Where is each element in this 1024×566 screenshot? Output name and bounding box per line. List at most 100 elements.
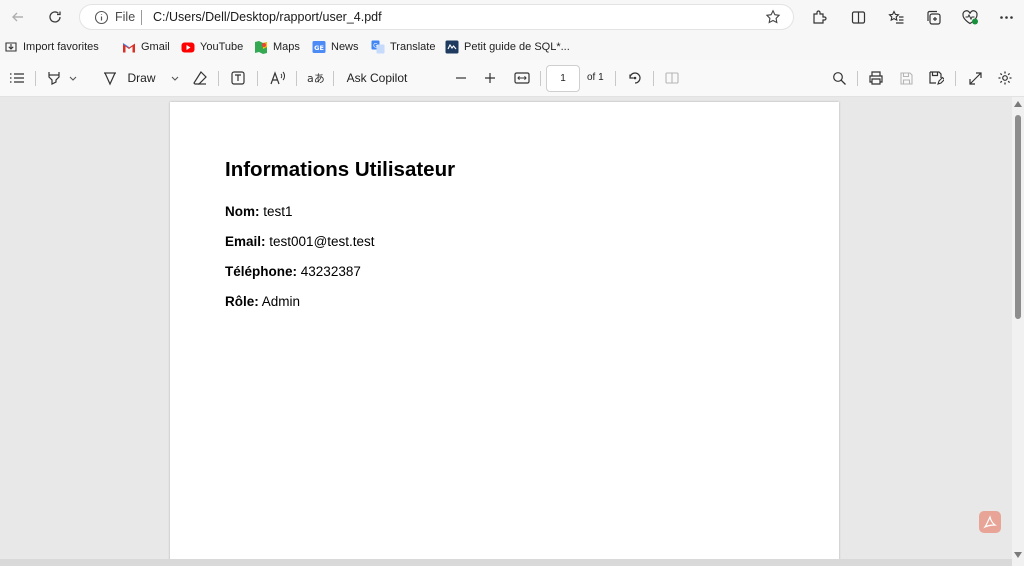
contents-button[interactable] — [7, 68, 27, 88]
url-scheme-label: File — [115, 10, 136, 24]
more-dots-icon — [999, 15, 1013, 19]
find-button[interactable] — [829, 68, 849, 88]
field-label: Nom: — [225, 204, 260, 219]
page-number-input[interactable]: 1 — [546, 65, 580, 92]
split-screen-button[interactable] — [847, 6, 869, 28]
toolbar-divider — [955, 71, 956, 86]
chevron-down-icon — [69, 76, 77, 81]
back-arrow-icon — [12, 12, 23, 22]
translate-glyph-icon: aあ — [307, 72, 324, 85]
save-disk-icon — [899, 71, 913, 85]
page-view-icon — [665, 72, 679, 84]
printer-icon — [869, 71, 883, 85]
fit-width-icon — [514, 72, 530, 84]
field-value: 43232387 — [300, 264, 361, 279]
highlight-button[interactable] — [43, 68, 81, 88]
print-button[interactable] — [866, 68, 886, 88]
url-separator — [141, 10, 142, 25]
refresh-button[interactable] — [42, 4, 68, 30]
save-button[interactable] — [896, 68, 916, 88]
rotate-button[interactable] — [625, 68, 645, 88]
zoom-in-button[interactable] — [480, 68, 500, 88]
list-icon — [10, 73, 24, 83]
puzzle-icon — [812, 9, 827, 24]
bookmark-maps[interactable]: Maps — [254, 38, 300, 56]
bookmark-page-icon — [445, 40, 459, 54]
translate-icon: G — [371, 40, 385, 54]
field-label: Email: — [225, 234, 266, 249]
field-value: test001@test.test — [269, 234, 375, 249]
import-icon — [4, 40, 18, 54]
pdf-viewer[interactable]: Informations Utilisateur Nom: test1 Emai… — [0, 97, 1024, 566]
toolbar-divider — [35, 71, 36, 86]
heart-health-icon — [962, 9, 978, 24]
expand-icon — [968, 71, 982, 85]
bookmark-import-favorites[interactable]: Import favorites — [4, 38, 99, 56]
read-aloud-icon — [270, 71, 285, 85]
highlighter-icon — [48, 72, 60, 85]
bookmark-label: Import favorites — [23, 41, 99, 53]
toolbar-divider — [296, 71, 297, 86]
bookmark-label: Gmail — [141, 41, 170, 53]
info-icon[interactable] — [94, 10, 109, 28]
url-text[interactable]: C:/Users/Dell/Desktop/rapport/user_4.pdf — [153, 10, 382, 24]
bookmark-news[interactable]: GE News — [312, 38, 359, 56]
extensions-button[interactable] — [807, 6, 829, 28]
acrobat-button[interactable] — [979, 511, 1001, 533]
scroll-down-arrow-icon[interactable] — [1014, 552, 1022, 558]
favorites-button[interactable] — [885, 6, 907, 28]
favorites-list-icon — [887, 9, 903, 24]
bookmark-label: Translate — [390, 41, 436, 53]
fit-to-width-button[interactable] — [511, 68, 533, 88]
address-bar-row: File C:/Users/Dell/Desktop/rapport/user_… — [0, 0, 1024, 34]
bookmark-translate[interactable]: G Translate — [371, 38, 435, 56]
pdf-toolbar: Draw aあ Ask Copilot 1 of 1 — [0, 60, 1024, 97]
erase-button[interactable] — [190, 68, 210, 88]
back-button[interactable] — [5, 4, 31, 30]
bookmark-petit-guide-sql[interactable]: Petit guide de SQL*... — [445, 38, 570, 56]
youtube-icon — [181, 40, 195, 54]
draw-button[interactable]: Draw — [101, 68, 181, 88]
favorite-star-icon[interactable] — [765, 9, 781, 28]
scroll-up-arrow-icon[interactable] — [1014, 101, 1022, 107]
read-aloud-button[interactable] — [267, 68, 289, 88]
field-value: Admin — [261, 294, 301, 309]
full-screen-button[interactable] — [965, 68, 985, 88]
vertical-scrollbar[interactable] — [1012, 97, 1024, 566]
field-label: Rôle: — [225, 294, 259, 309]
bookmark-gmail[interactable]: Gmail — [122, 38, 170, 56]
eraser-icon — [193, 71, 207, 85]
field-value: test1 — [263, 204, 293, 219]
chevron-down-icon — [171, 76, 178, 81]
taskbar-edge-strip — [0, 559, 1012, 566]
field-telephone: Téléphone: 43232387 — [225, 264, 361, 279]
add-text-button[interactable] — [228, 68, 248, 88]
toolbar-divider — [333, 71, 334, 86]
url-box[interactable]: File C:/Users/Dell/Desktop/rapport/user_… — [79, 4, 794, 30]
text-box-icon — [231, 71, 245, 85]
document-title: Informations Utilisateur — [225, 158, 456, 181]
toolbar-divider — [257, 71, 258, 86]
plus-icon — [485, 73, 495, 83]
collections-button[interactable] — [922, 6, 944, 28]
field-role: Rôle: Admin — [225, 294, 300, 309]
pdf-settings-button[interactable] — [995, 68, 1015, 88]
ask-copilot-label: Ask Copilot — [346, 71, 408, 85]
field-label: Téléphone: — [225, 264, 298, 279]
bookmark-label: Petit guide de SQL*... — [464, 41, 570, 53]
bookmark-label: News — [331, 41, 359, 53]
translate-button[interactable]: aあ — [305, 68, 325, 88]
scrollbar-thumb[interactable] — [1015, 115, 1021, 319]
browser-essentials-button[interactable] — [959, 6, 981, 28]
bookmark-youtube[interactable]: YouTube — [181, 38, 243, 56]
gmail-icon — [122, 40, 136, 54]
bookmark-label: Maps — [273, 41, 300, 53]
settings-more-button[interactable] — [995, 6, 1017, 28]
pdf-page[interactable]: Informations Utilisateur Nom: test1 Emai… — [170, 102, 839, 566]
ask-copilot-button[interactable]: Ask Copilot — [342, 68, 412, 88]
page-view-button[interactable] — [662, 68, 682, 88]
save-as-button[interactable] — [926, 68, 946, 88]
toolbar-divider — [857, 71, 858, 86]
page-count-label: of 1 — [587, 72, 604, 83]
zoom-out-button[interactable] — [451, 68, 471, 88]
